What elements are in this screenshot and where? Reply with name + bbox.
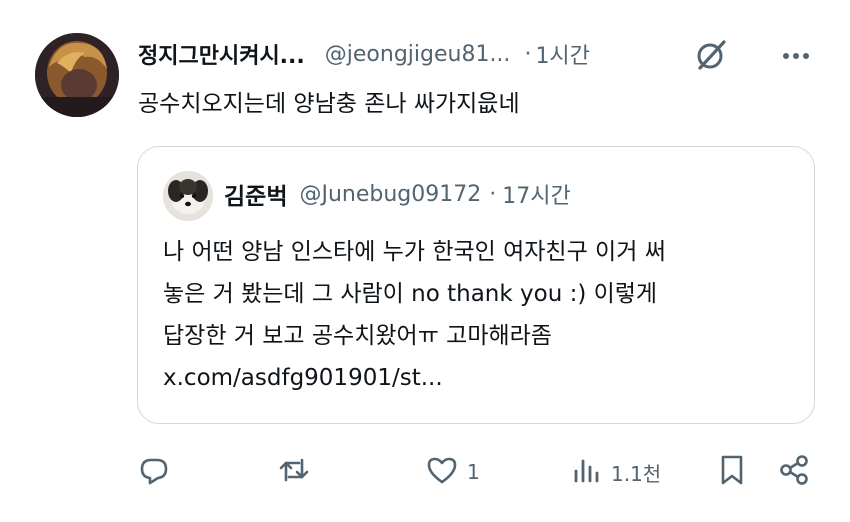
quoted-post-text: 나 어떤 양남 인스타에 누가 한국인 여자친구 이거 써 놓은 거 봤는데 그…: [163, 231, 803, 399]
quoted-text-line: 놓은 거 봤는데 그 사람이 no thank you :) 이렇게: [163, 281, 658, 307]
post-text: 공수치오지는데 양남충 존나 싸가지읎네: [138, 91, 520, 117]
bookmark-button[interactable]: [715, 448, 749, 496]
time-separator: ·: [524, 41, 532, 67]
quoted-post-card[interactable]: 김준벅 @Junebug09172 · 17시간 나 어떤 양남 인스타에 누가…: [137, 146, 815, 424]
views-icon: [569, 453, 603, 491]
share-icon: [777, 453, 811, 491]
views-count: 1.1천: [611, 461, 662, 486]
author-handle[interactable]: @jeongjigeu81...: [325, 42, 511, 67]
views-button[interactable]: 1.1천: [569, 448, 661, 496]
reply-button[interactable]: [137, 448, 179, 496]
like-button[interactable]: 1: [425, 448, 480, 496]
grok-icon[interactable]: [694, 38, 728, 72]
quoted-author-name[interactable]: 김준벅: [224, 177, 287, 211]
post-header: 정지그만시켜시... @jeongjigeu81... · 1시간: [138, 34, 820, 74]
quoted-author-handle[interactable]: @Junebug09172: [299, 182, 481, 207]
quoted-post-link[interactable]: x.com/asdfg901901/st...: [163, 357, 803, 399]
more-options-icon[interactable]: [780, 40, 812, 72]
quoted-post-header: 김준벅 @Junebug09172 · 17시간: [224, 177, 571, 211]
repost-icon: [277, 453, 311, 491]
heart-icon: [425, 453, 459, 491]
bookmark-icon: [715, 453, 749, 491]
share-button[interactable]: [777, 448, 811, 496]
author-avatar[interactable]: [35, 33, 119, 117]
action-bar: 1 1.1천: [137, 448, 827, 496]
repost-button[interactable]: [277, 448, 319, 496]
quoted-time-separator: ·: [489, 181, 497, 207]
author-avatar-image: [35, 33, 119, 117]
quoted-text-line: 답장한 거 보고 공수치왔어ㅠ 고마해라좀: [163, 323, 552, 349]
reply-icon: [137, 453, 171, 491]
quoted-author-avatar[interactable]: [163, 171, 213, 221]
quoted-text-line: 나 어떤 양남 인스타에 누가 한국인 여자친구 이거 써: [163, 239, 666, 265]
quoted-post-timestamp[interactable]: 17시간: [502, 178, 570, 210]
dog-avatar-image: [163, 171, 213, 221]
like-count: 1: [467, 460, 480, 484]
post-timestamp[interactable]: 1시간: [535, 38, 589, 70]
author-display-name[interactable]: 정지그만시켜시...: [138, 38, 305, 70]
